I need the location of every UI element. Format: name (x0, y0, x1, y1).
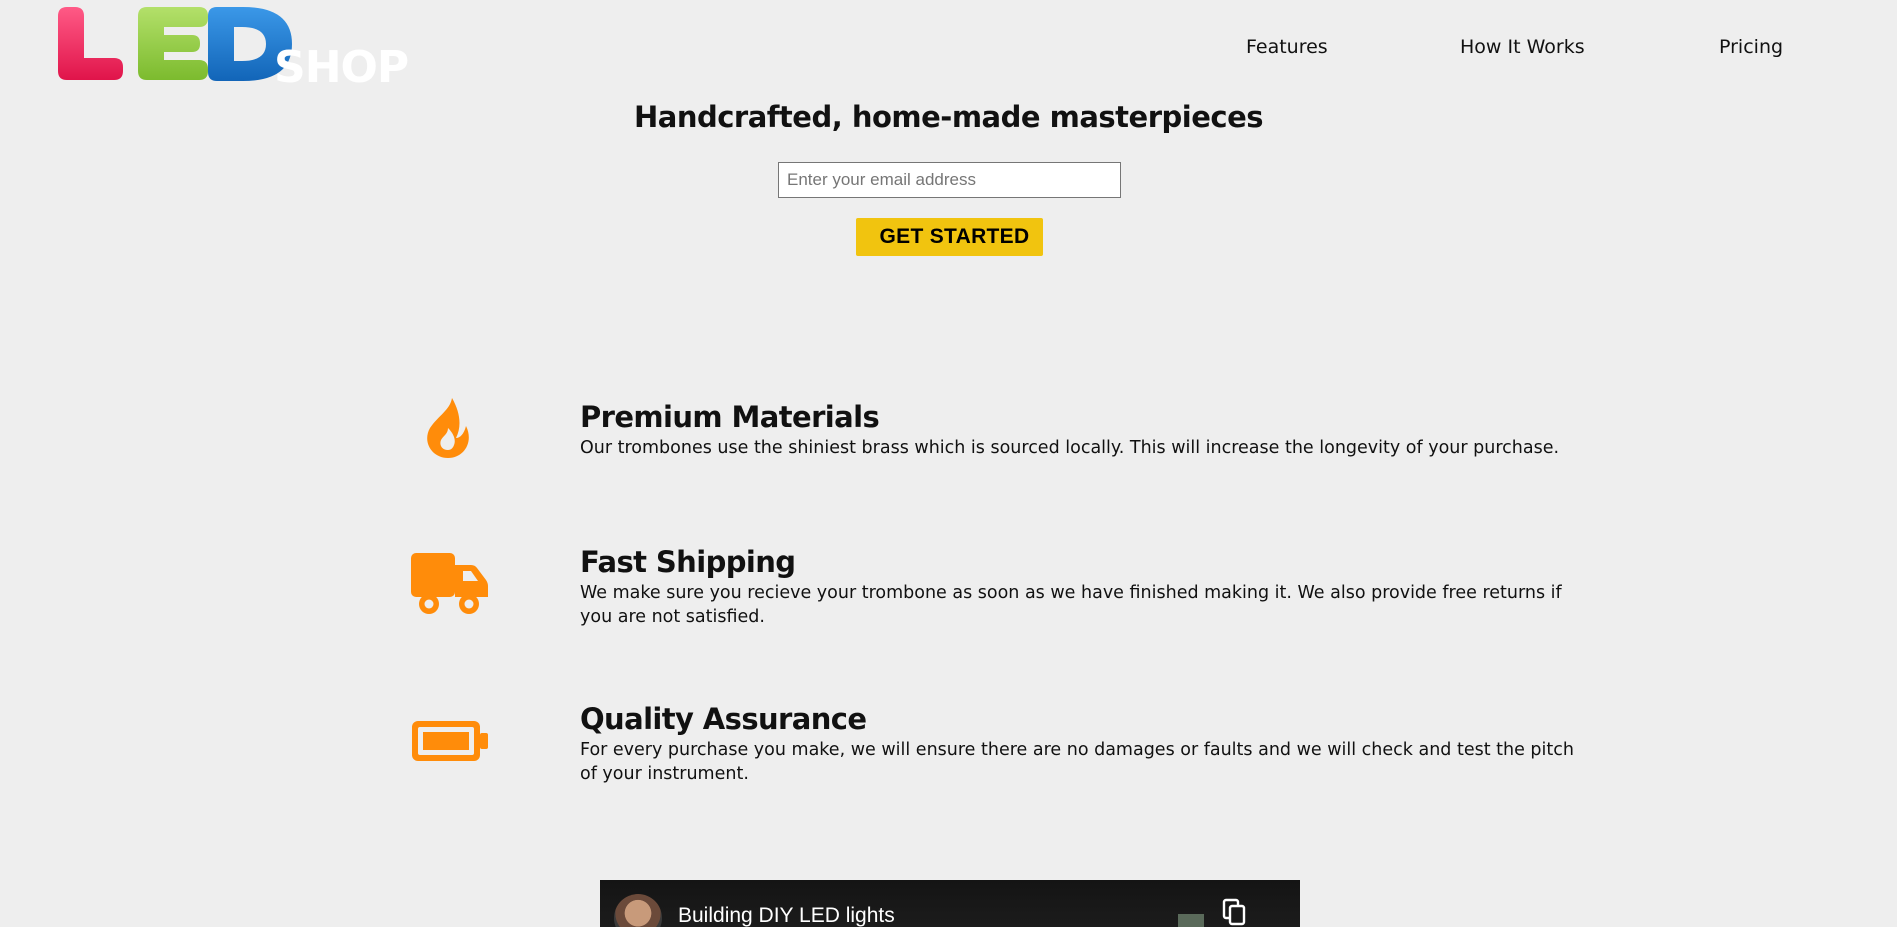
truck-icon (411, 553, 488, 614)
fire-icon (427, 398, 469, 458)
main-nav: Features How It Works Pricing (0, 36, 1897, 64)
video-title[interactable]: Building DIY LED lights (678, 904, 895, 927)
copy-link-icon[interactable] (1222, 898, 1248, 926)
nav-link-features[interactable]: Features (1246, 36, 1328, 58)
feature-description: For every purchase you make, we will ens… (580, 740, 1574, 784)
get-started-button[interactable]: GET STARTED (856, 218, 1043, 256)
feature-description: Our trombones use the shiniest brass whi… (580, 438, 1560, 458)
nav-link-pricing[interactable]: Pricing (1719, 36, 1783, 58)
feature-title: Quality Assurance (580, 702, 867, 736)
embedded-video[interactable]: Building DIY LED lights (600, 880, 1300, 927)
nav-link-how-it-works[interactable]: How It Works (1460, 36, 1585, 58)
hero-title: Handcrafted, home-made masterpieces (634, 100, 1264, 134)
feature-title: Premium Materials (580, 400, 880, 434)
video-thumbnail (1178, 914, 1204, 927)
email-input[interactable] (778, 162, 1121, 198)
feature-title: Fast Shipping (580, 545, 796, 579)
battery-icon (412, 721, 488, 761)
channel-avatar[interactable] (614, 894, 662, 927)
page: SHOP Features How It Works Pricing Handc… (0, 0, 1897, 927)
feature-description: We make sure you recieve your trombone a… (580, 583, 1562, 627)
